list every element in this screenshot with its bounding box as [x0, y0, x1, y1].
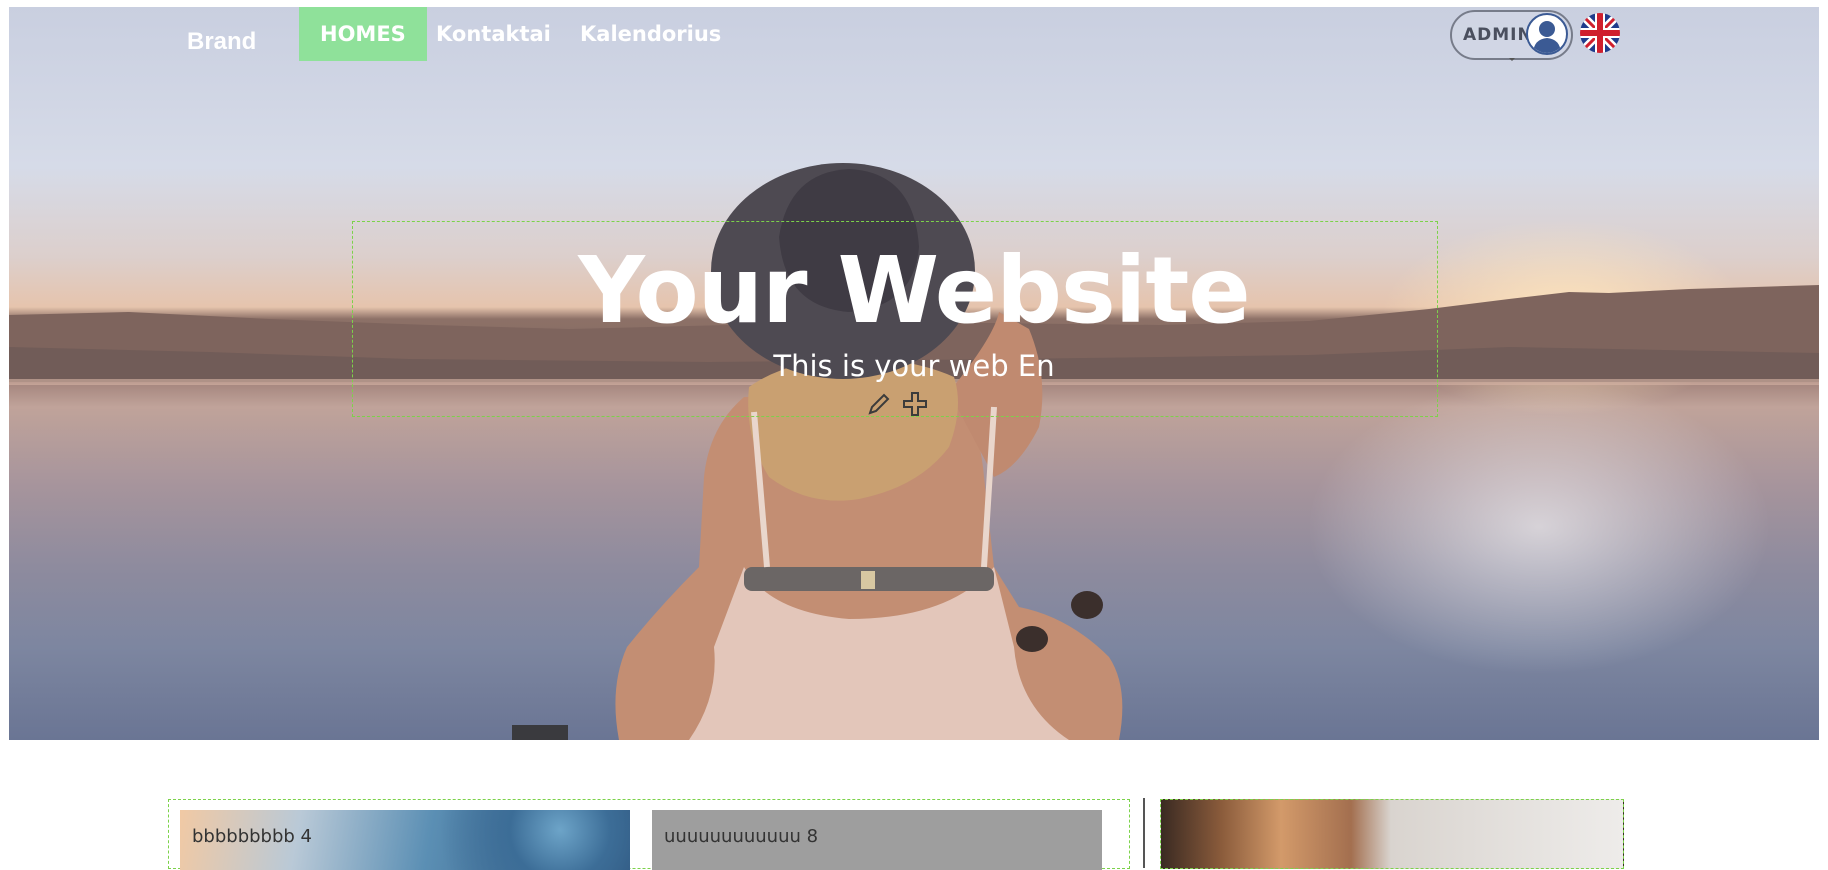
- edit-pencil-icon[interactable]: [864, 389, 894, 419]
- admin-label: ADMIN: [1463, 25, 1533, 45]
- hero-subtitle: This is your web En: [773, 349, 1055, 383]
- brand-logo[interactable]: Brand: [187, 28, 256, 56]
- chevron-down-icon: [1509, 58, 1515, 61]
- card-label: uuuuuuuuuuuu 8: [664, 826, 819, 847]
- side-image-card[interactable]: [1160, 799, 1624, 869]
- edit-tools: [864, 389, 934, 419]
- nav-item-homes[interactable]: HOMES: [299, 7, 427, 61]
- hero-section: Brand HOMES Kontaktai Kalendorius ADMIN …: [9, 7, 1819, 740]
- card-bbbbbbbbb[interactable]: bbbbbbbbb 4: [180, 810, 630, 870]
- uk-flag-icon[interactable]: [1580, 13, 1620, 53]
- admin-menu-button[interactable]: ADMIN: [1450, 10, 1573, 61]
- card-uuuuuuuuuuuu[interactable]: uuuuuuuuuuuu 8: [652, 810, 1102, 870]
- nav-item-kalendorius[interactable]: Kalendorius: [559, 7, 742, 61]
- user-avatar-icon: [1526, 13, 1568, 55]
- nav-item-kontaktai[interactable]: Kontaktai: [415, 7, 572, 61]
- card-label: bbbbbbbbb 4: [192, 826, 313, 847]
- hero-title: Your Website: [578, 237, 1250, 344]
- move-cross-icon[interactable]: [900, 389, 930, 419]
- column-divider: [1143, 798, 1145, 868]
